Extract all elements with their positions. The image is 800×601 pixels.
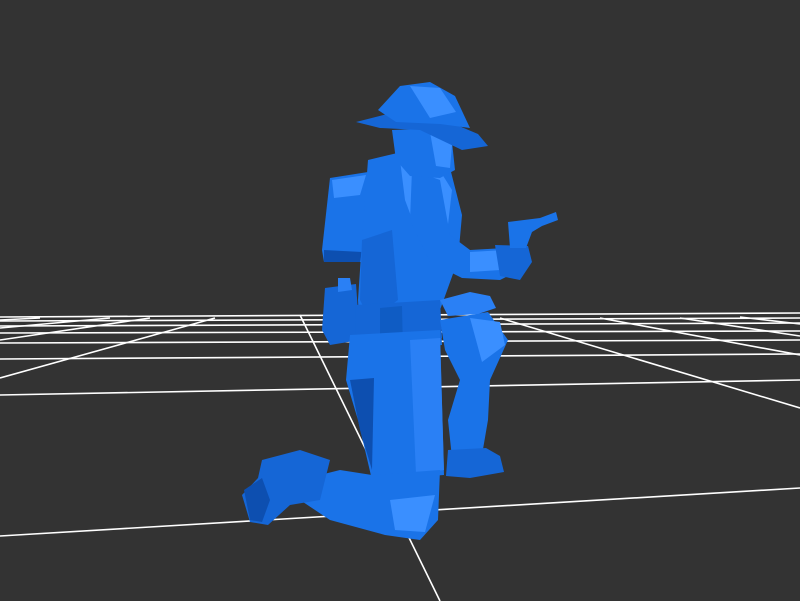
scene-canvas [0,0,800,601]
3d-viewport[interactable] [0,0,800,601]
